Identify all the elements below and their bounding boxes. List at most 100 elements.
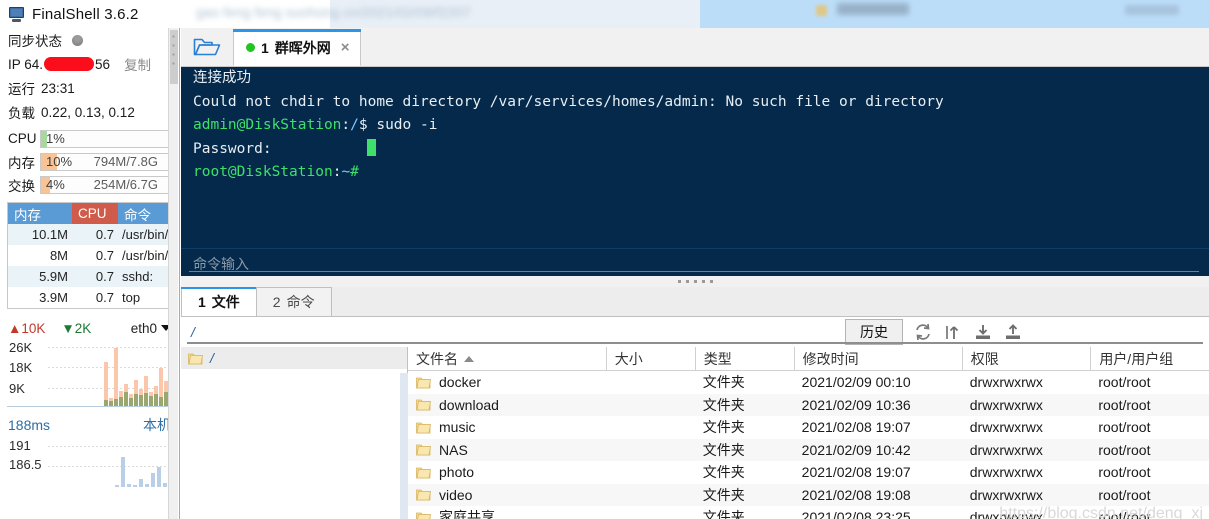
- process-row[interactable]: 8M 0.7 /usr/bin/s: [8, 245, 172, 266]
- tree-item-label: /: [210, 350, 214, 366]
- table-row[interactable]: music 文件夹 2021/02/08 19:07 drwxrwxrwx root/r…: [408, 416, 1209, 439]
- swap-meter: 4% 254M/6.7G: [40, 175, 173, 194]
- column-header-mtime[interactable]: 修改时间: [793, 347, 962, 370]
- ip-row: IP 64. 56 复制: [0, 52, 179, 76]
- sidebar-resize-dots-icon[interactable]: [170, 32, 177, 66]
- network-interface-selector[interactable]: eth0: [131, 321, 173, 336]
- file-rows-container: docker 文件夹 2021/02/09 00:10 drwxrwxrwx root/…: [408, 371, 1209, 519]
- file-list: 文件名 大小 类型 修改时间 权限 用户/用户组 docker 文件夹 2021/0…: [408, 347, 1209, 519]
- file-mtime-cell: 2021/02/09 10:42: [801, 441, 911, 458]
- directory-tree: /: [181, 347, 408, 519]
- file-type-cell: 文件夹: [702, 419, 745, 436]
- folder-icon: [416, 489, 431, 501]
- memory-meter: 10% 794M/7.8G: [40, 152, 173, 171]
- file-permissions-cell: drwxrwxrwx: [969, 441, 1043, 458]
- monitor-icon: [8, 6, 25, 22]
- table-row[interactable]: 家庭共享 文件夹 2021/02/08 23:25 drwxrwxrwx root/ro…: [408, 506, 1209, 519]
- folder-icon: [416, 512, 431, 519]
- sort-ascending-icon: [464, 355, 474, 362]
- upload-icon[interactable]: [1003, 322, 1023, 342]
- open-folder-icon: [193, 38, 221, 56]
- ip-suffix: 56: [95, 56, 111, 72]
- ping-y-label-bottom: 186.5: [9, 457, 42, 472]
- copy-ip-button[interactable]: 复制: [124, 54, 151, 74]
- uptime-label: 运行: [8, 82, 35, 97]
- download-icon[interactable]: [973, 322, 993, 342]
- table-row[interactable]: NAS 文件夹 2021/02/09 10:42 drwxrwxrwx root/roo…: [408, 438, 1209, 461]
- tree-scrollbar[interactable]: [400, 373, 408, 519]
- table-row[interactable]: download 文件夹 2021/02/09 10:36 drwxrwxrwx roo…: [408, 393, 1209, 416]
- table-row[interactable]: docker 文件夹 2021/02/09 00:10 drwxrwxrwx root/…: [408, 371, 1209, 394]
- file-type-cell: 文件夹: [702, 374, 745, 391]
- server-info-sidebar: 同步状态 IP 64. 56 复制 运行 23:31 负载 0.22, 0.13…: [0, 28, 180, 519]
- process-command: /usr/bin/s: [122, 248, 172, 263]
- file-name: music: [439, 419, 476, 436]
- ping-y-label-top: 191: [9, 438, 31, 453]
- column-header-size[interactable]: 大小: [605, 347, 695, 370]
- column-header-owner[interactable]: 用户/用户组: [1090, 347, 1209, 370]
- terminal-prompt-user: root@DiskStation: [193, 164, 333, 180]
- file-name: download: [439, 396, 499, 413]
- tab-commands[interactable]: 2 命令: [255, 287, 332, 316]
- file-owner-cell: root/root: [1098, 396, 1151, 413]
- close-icon[interactable]: ×: [341, 39, 350, 56]
- column-header-name-label: 文件名: [416, 350, 458, 367]
- table-row[interactable]: photo 文件夹 2021/02/08 19:07 drwxrwxrwx root/r…: [408, 461, 1209, 484]
- column-header-permissions[interactable]: 权限: [961, 347, 1091, 370]
- file-permissions-cell: drwxrwxrwx: [969, 486, 1043, 503]
- ping-graph: 191 186.5: [7, 437, 173, 487]
- panel-splitter[interactable]: [181, 276, 1209, 287]
- file-name: docker: [439, 374, 482, 391]
- tab-files-label: 文件: [211, 294, 240, 310]
- cpu-meter-label: CPU: [8, 131, 37, 146]
- path-toolbar: / 历史: [181, 317, 1209, 347]
- load-row: 负载 0.22, 0.13, 0.12: [0, 100, 179, 124]
- go-up-icon[interactable]: [943, 322, 963, 342]
- table-row[interactable]: video 文件夹 2021/02/08 19:08 drwxrwxrwx root/r…: [408, 483, 1209, 506]
- ip-redaction-mask: [44, 57, 95, 71]
- title-bar-blurred-text: gao feng feng suohong cn/2021/02/09/f220…: [196, 4, 471, 20]
- file-type-cell: 文件夹: [702, 486, 745, 503]
- process-cpu: 0.7: [95, 269, 114, 284]
- open-connection-button[interactable]: [181, 28, 233, 66]
- download-arrow-icon: ▼: [61, 320, 75, 336]
- command-input-bar[interactable]: 命令输入: [181, 248, 1209, 276]
- column-header-name[interactable]: 文件名: [408, 347, 606, 370]
- file-owner-cell: root/root: [1098, 419, 1151, 436]
- sidebar-scrollbar[interactable]: [168, 28, 178, 519]
- swap-meter-label: 交换: [8, 178, 35, 194]
- tree-item-root[interactable]: /: [181, 347, 407, 369]
- load-value: 0.22, 0.13, 0.12: [41, 104, 135, 120]
- file-type-cell: 文件夹: [702, 464, 745, 481]
- process-row[interactable]: 5.9M 0.7 sshd:: [8, 266, 172, 287]
- terminal-tab[interactable]: 1 群晖外网 ×: [233, 29, 361, 66]
- sync-status-row: 同步状态: [0, 28, 179, 52]
- refresh-icon[interactable]: [913, 322, 933, 342]
- ping-target-label: 本机: [143, 417, 171, 433]
- file-type-cell: 文件夹: [702, 396, 745, 413]
- file-name: 家庭共享: [439, 509, 495, 519]
- process-cpu: 0.7: [95, 290, 114, 305]
- ping-bars: [115, 437, 173, 487]
- process-row[interactable]: 3.9M 0.7 top: [8, 287, 172, 308]
- process-header-memory[interactable]: 内存: [8, 203, 72, 224]
- process-command: sshd:: [122, 269, 154, 284]
- file-permissions-cell: drwxrwxrwx: [969, 396, 1043, 413]
- terminal-output[interactable]: 连接成功 Could not chdir to home directory /…: [181, 67, 1209, 248]
- process-table-header: 内存 CPU 命令: [8, 203, 172, 224]
- lower-tabstrip: 1 文件 2 命令: [181, 287, 1209, 317]
- column-header-type[interactable]: 类型: [694, 347, 794, 370]
- folder-icon: [416, 467, 431, 479]
- uptime-row: 运行 23:31: [0, 76, 179, 100]
- path-input[interactable]: /: [181, 324, 195, 340]
- process-header-command[interactable]: 命令: [118, 203, 172, 224]
- terminal-prompt-line: root@DiskStation:~#: [181, 161, 1209, 185]
- tab-files[interactable]: 1 文件: [181, 287, 257, 316]
- process-header-cpu[interactable]: CPU: [72, 203, 118, 224]
- file-mtime-cell: 2021/02/09 00:10: [801, 374, 911, 391]
- process-row[interactable]: 10.1M 0.7 /usr/bin/f: [8, 224, 172, 245]
- terminal-scrollbar[interactable]: [1196, 67, 1209, 248]
- cpu-meter: 1%: [40, 129, 173, 148]
- app-title: FinalShell 3.6.2: [32, 5, 139, 23]
- process-memory: 5.9M: [39, 269, 68, 284]
